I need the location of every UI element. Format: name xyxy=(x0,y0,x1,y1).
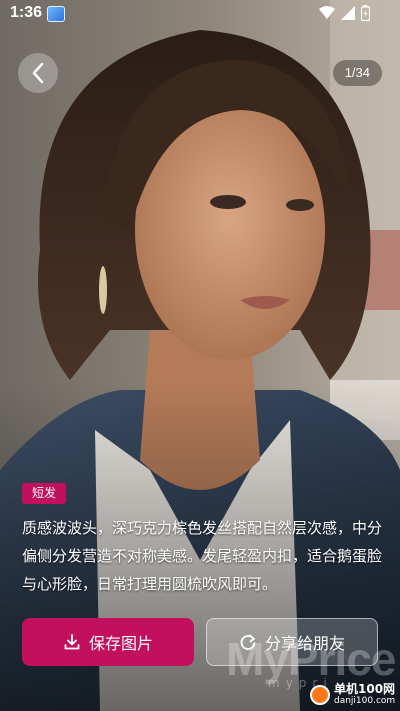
hairstyle-photo xyxy=(0,0,400,711)
share-button[interactable]: 分享给朋友 xyxy=(206,618,378,666)
save-image-button[interactable]: 保存图片 xyxy=(22,618,194,666)
hairstyle-tag: 短发 xyxy=(22,483,67,504)
status-icons xyxy=(319,5,370,21)
site-domain: danji100.com xyxy=(334,696,396,706)
chevron-left-icon xyxy=(32,62,44,84)
signal-icon xyxy=(341,6,355,20)
gallery-app-icon xyxy=(47,6,65,22)
page-counter: 1/34 xyxy=(332,60,382,86)
share-label: 分享给朋友 xyxy=(264,634,345,653)
site-logo-icon xyxy=(310,685,330,705)
site-name: 单机100网 xyxy=(334,682,396,696)
battery-icon xyxy=(361,5,370,21)
wifi-icon xyxy=(319,6,335,19)
status-bar: 1:36 xyxy=(0,0,400,28)
save-image-label: 保存图片 xyxy=(88,634,153,653)
back-button[interactable] xyxy=(18,53,58,93)
site-watermark-logo: 单机100网 danji100.com xyxy=(310,683,395,707)
hairstyle-description: 质感波波头，深巧克力棕色发丝搭配自然层次感，中分偏侧分发营造不对称美感。发尾轻盈… xyxy=(22,519,383,593)
download-icon xyxy=(64,634,80,650)
status-time: 1:36 xyxy=(10,4,43,21)
share-refresh-icon xyxy=(240,634,256,650)
